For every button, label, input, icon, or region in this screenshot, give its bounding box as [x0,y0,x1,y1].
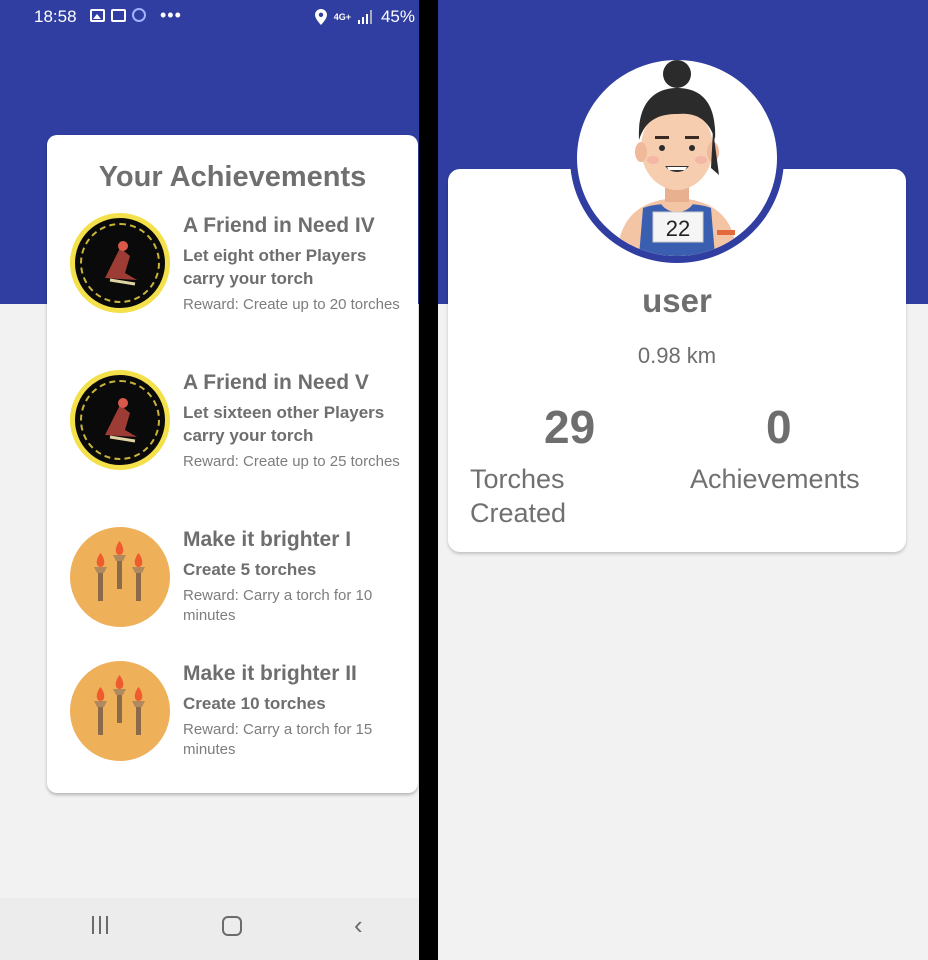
torches-created-count: 29 [544,401,596,453]
signal-icon [357,10,372,24]
achievement-name: A Friend in Need IV [183,214,375,237]
back-button[interactable]: ‹ [354,912,363,938]
achievement-item[interactable]: A Friend in Need IV Let eight other Play… [70,213,410,353]
achievements-label: Achievements [690,464,860,494]
friend-badge-icon [70,213,170,313]
achievement-reward: Reward: Carry a torch for 10 minutes [183,587,373,624]
achievements-screen: 18:58 ••• 4G+ 45% Your Achievements A Fr… [0,0,419,960]
battery-level: 45% [380,7,415,26]
achievement-name: A Friend in Need V [183,371,369,394]
distance: 0.98 km [637,343,717,368]
status-time: 18:58 [34,7,77,26]
achievement-description: Create 5 torches [183,560,317,579]
location-icon [314,9,327,25]
recent-apps-button[interactable] [92,916,108,934]
achievements-title: Your Achievements [98,161,367,193]
achievement-description: Let eight other Players carry your torch [183,246,367,288]
system-navigation-bar: ‹ [0,898,419,960]
achievement-text: Make it brighter II Create 10 torches Re… [183,661,408,760]
achievement-item[interactable]: Make it brighter I Create 5 torches Rewa… [70,527,410,667]
more-notifications-icon: ••• [160,5,182,25]
notification-icons: ••• [90,5,182,25]
achievement-reward: Reward: Carry a torch for 15 minutes [183,721,373,758]
achievement-text: A Friend in Need V Let sixteen other Pla… [183,370,408,472]
profile-screen: 22 user 0.98 km 29 Torches Created 0 Ach… [438,0,928,960]
sync-icon [132,8,146,22]
mail-icon [111,8,126,22]
network-type: 4G+ [333,11,351,22]
gallery-icon [90,8,105,22]
achievement-reward: Reward: Create up to 20 torches [183,296,400,313]
avatar[interactable]: 22 [570,53,784,263]
achievement-item[interactable]: Make it brighter II Create 10 torches Re… [70,661,410,801]
achievement-name: Make it brighter II [183,662,357,685]
status-bar: 18:58 ••• 4G+ 45% [0,0,419,34]
home-button[interactable] [222,916,242,936]
torches-badge-icon [70,661,170,761]
bib-number: 22 [666,216,690,241]
torches-badge-icon [70,527,170,627]
screenshot-divider [419,0,438,960]
achievement-text: Make it brighter I Create 5 torches Rewa… [183,527,408,626]
username: user [642,282,712,319]
achievement-name: Make it brighter I [183,528,352,551]
achievements-card: Your Achievements A Friend in Need IV Le… [47,135,418,793]
torches-created-label: Torches Created [470,464,567,528]
status-right: 4G+ 45% [314,7,415,27]
achievement-description: Let sixteen other Players carry your tor… [183,403,385,445]
achievement-item[interactable]: A Friend in Need V Let sixteen other Pla… [70,370,410,510]
achievement-description: Create 10 torches [183,694,326,713]
achievement-text: A Friend in Need IV Let eight other Play… [183,213,408,315]
achievement-reward: Reward: Create up to 25 torches [183,453,400,470]
achievements-count: 0 [766,401,792,453]
friend-badge-icon [70,370,170,470]
